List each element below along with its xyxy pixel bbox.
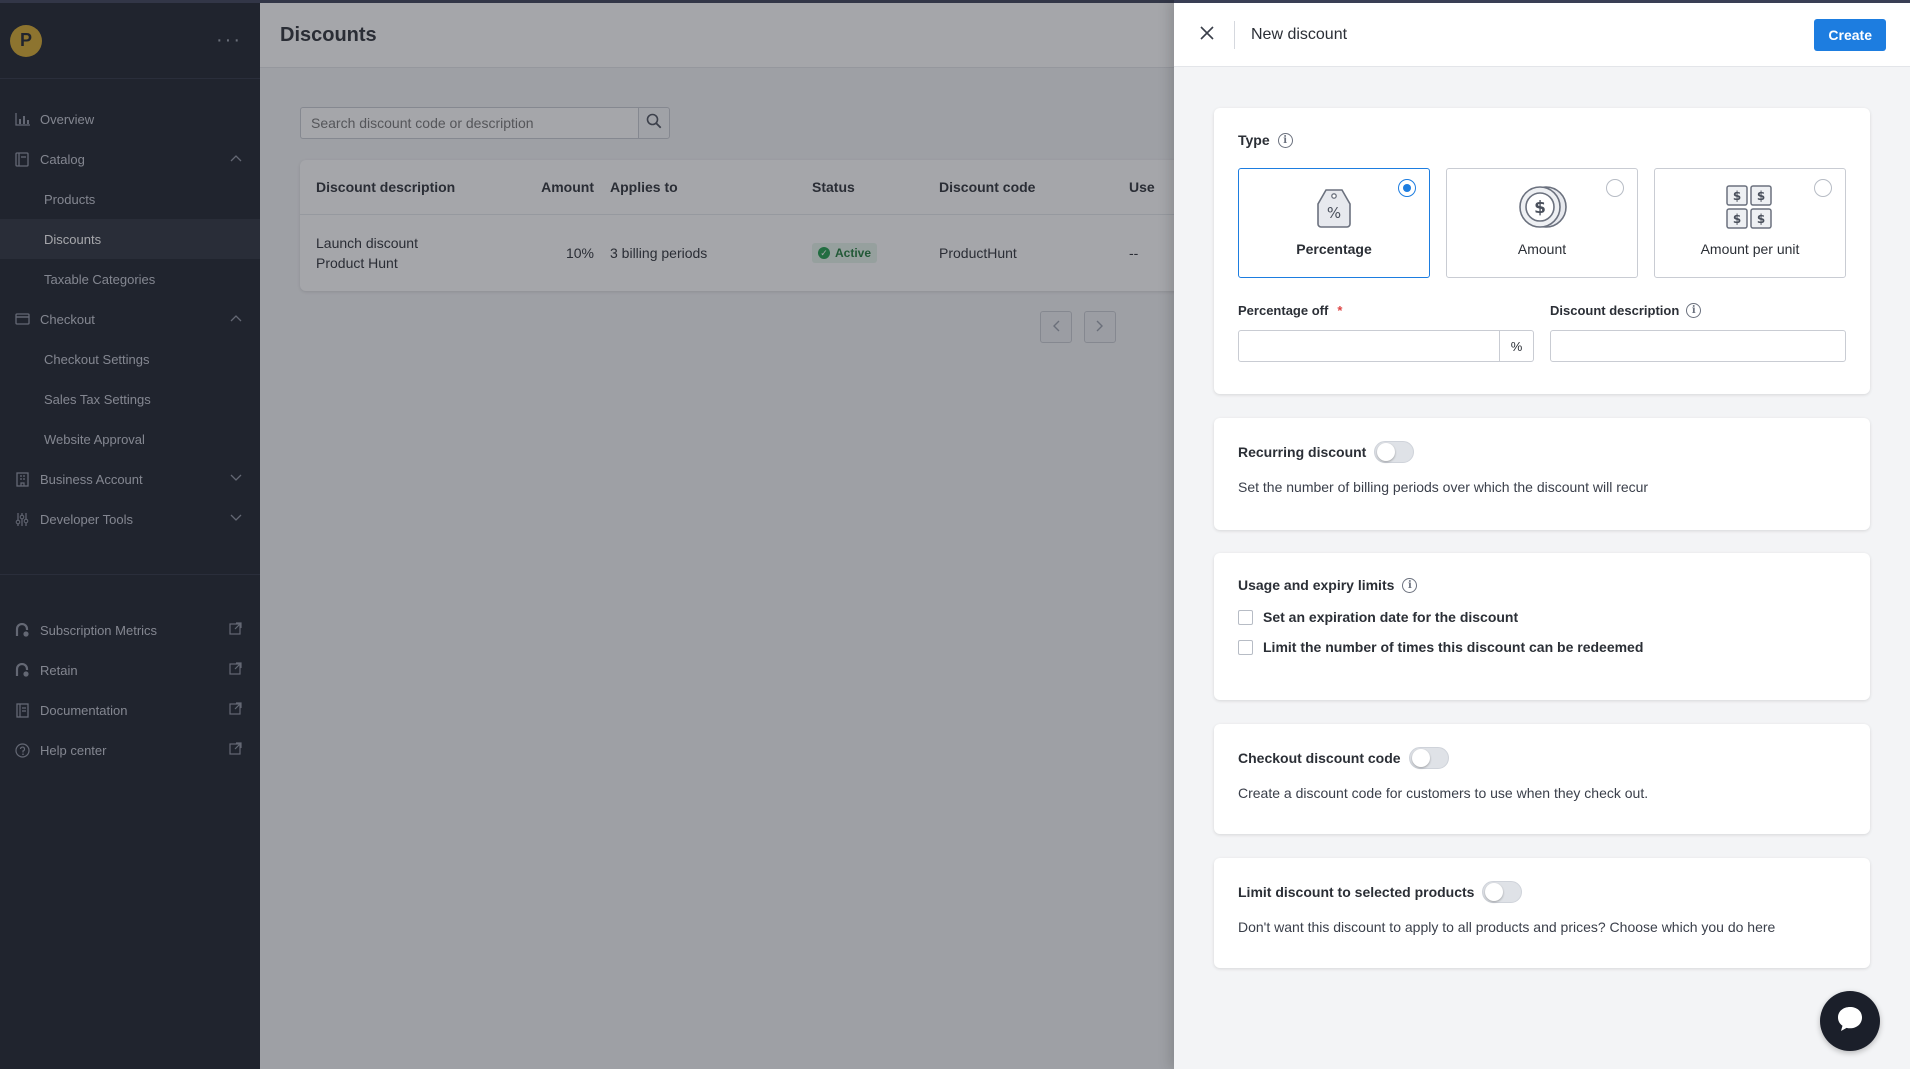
- required-marker: *: [1337, 302, 1343, 318]
- checkout-code-title: Checkout discount code: [1238, 750, 1401, 766]
- svg-text:%: %: [1327, 204, 1341, 222]
- close-button[interactable]: [1196, 24, 1218, 46]
- discount-description-label: Discount description: [1550, 302, 1680, 318]
- type-option-amount-per-unit[interactable]: $ $ $ $ Amount per unit: [1654, 168, 1846, 278]
- limit-products-title: Limit discount to selected products: [1238, 884, 1475, 900]
- type-section-title: Type i: [1238, 132, 1846, 148]
- svg-text:$: $: [1733, 212, 1741, 226]
- usage-title: Usage and expiry limits: [1238, 577, 1395, 593]
- percentage-off-input[interactable]: [1238, 330, 1500, 362]
- checkbox-label: Limit the number of times this discount …: [1263, 639, 1644, 655]
- chat-button[interactable]: [1820, 991, 1880, 1051]
- header-divider: [1234, 20, 1235, 49]
- redemption-limit-checkbox-row[interactable]: Limit the number of times this discount …: [1238, 639, 1846, 655]
- option-label: Percentage: [1296, 241, 1372, 257]
- type-option-amount[interactable]: $ Amount: [1446, 168, 1638, 278]
- input-group: [1550, 330, 1846, 362]
- input-group: %: [1238, 330, 1534, 362]
- expiration-date-checkbox[interactable]: [1238, 609, 1253, 625]
- info-icon[interactable]: i: [1277, 132, 1293, 148]
- option-label: Amount per unit: [1700, 241, 1800, 257]
- checkout-code-toggle-row: Checkout discount code: [1238, 747, 1846, 769]
- recurring-description: Set the number of billing periods over w…: [1238, 479, 1649, 495]
- limit-products-toggle-row: Limit discount to selected products: [1238, 881, 1846, 903]
- drawer-title: New discount: [1251, 25, 1348, 43]
- close-icon: [1200, 23, 1214, 46]
- field-label: Discount description i: [1550, 300, 1846, 320]
- bills-grid-icon: $ $ $ $: [1722, 183, 1778, 231]
- svg-text:$: $: [1733, 189, 1741, 203]
- create-button[interactable]: Create: [1814, 18, 1886, 51]
- usage-section-title: Usage and expiry limits i: [1238, 577, 1846, 593]
- chat-bubble-icon: [1835, 1004, 1865, 1039]
- radio-unselected[interactable]: [1814, 179, 1832, 197]
- radio-unselected[interactable]: [1606, 179, 1624, 197]
- redemption-limit-checkbox[interactable]: [1238, 639, 1253, 655]
- limit-products-description: Don't want this discount to apply to all…: [1238, 919, 1776, 935]
- svg-text:$: $: [1757, 189, 1765, 203]
- recurring-toggle[interactable]: [1374, 441, 1415, 463]
- info-icon[interactable]: i: [1686, 302, 1702, 318]
- percentage-off-label: Percentage off: [1238, 302, 1329, 318]
- recurring-title: Recurring discount: [1238, 444, 1367, 460]
- new-discount-drawer: New discount Create Type i % Percentage …: [1174, 0, 1910, 1069]
- checkbox-label: Set an expiration date for the discount: [1263, 609, 1519, 625]
- recurring-toggle-row: Recurring discount: [1238, 441, 1846, 463]
- discount-fields: Percentage off * % Discount description i: [1238, 300, 1846, 362]
- limit-products-card: Limit discount to selected products Don'…: [1214, 858, 1870, 968]
- drawer-header: New discount Create: [1174, 3, 1910, 67]
- option-label: Amount: [1517, 241, 1567, 257]
- limit-products-toggle[interactable]: [1482, 881, 1523, 903]
- percentage-off-field: Percentage off * %: [1238, 300, 1534, 362]
- recurring-card: Recurring discount Set the number of bil…: [1214, 418, 1870, 530]
- type-label: Type: [1238, 132, 1270, 148]
- field-label: Percentage off *: [1238, 300, 1534, 320]
- checkout-code-card: Checkout discount code Create a discount…: [1214, 724, 1870, 834]
- expiration-date-checkbox-row[interactable]: Set an expiration date for the discount: [1238, 609, 1846, 625]
- percentage-tag-icon: %: [1306, 183, 1362, 231]
- svg-text:$: $: [1757, 212, 1765, 226]
- checkout-code-description: Create a discount code for customers to …: [1238, 785, 1649, 801]
- type-option-percentage[interactable]: % Percentage: [1238, 168, 1430, 278]
- checkout-code-toggle[interactable]: [1408, 747, 1449, 769]
- percent-suffix: %: [1500, 330, 1534, 362]
- discount-description-input[interactable]: [1550, 330, 1846, 362]
- discount-description-field: Discount description i: [1550, 300, 1846, 362]
- usage-card: Usage and expiry limits i Set an expirat…: [1214, 553, 1870, 700]
- svg-text:$: $: [1534, 198, 1546, 218]
- discount-type-options: % Percentage $ Amount $ $ $ $ Amount per un…: [1238, 168, 1846, 278]
- coin-stack-icon: $: [1514, 183, 1570, 231]
- radio-selected[interactable]: [1398, 179, 1416, 197]
- info-icon[interactable]: i: [1402, 577, 1418, 593]
- type-card: Type i % Percentage $ Amount $ $ $ $ Amo…: [1214, 108, 1870, 394]
